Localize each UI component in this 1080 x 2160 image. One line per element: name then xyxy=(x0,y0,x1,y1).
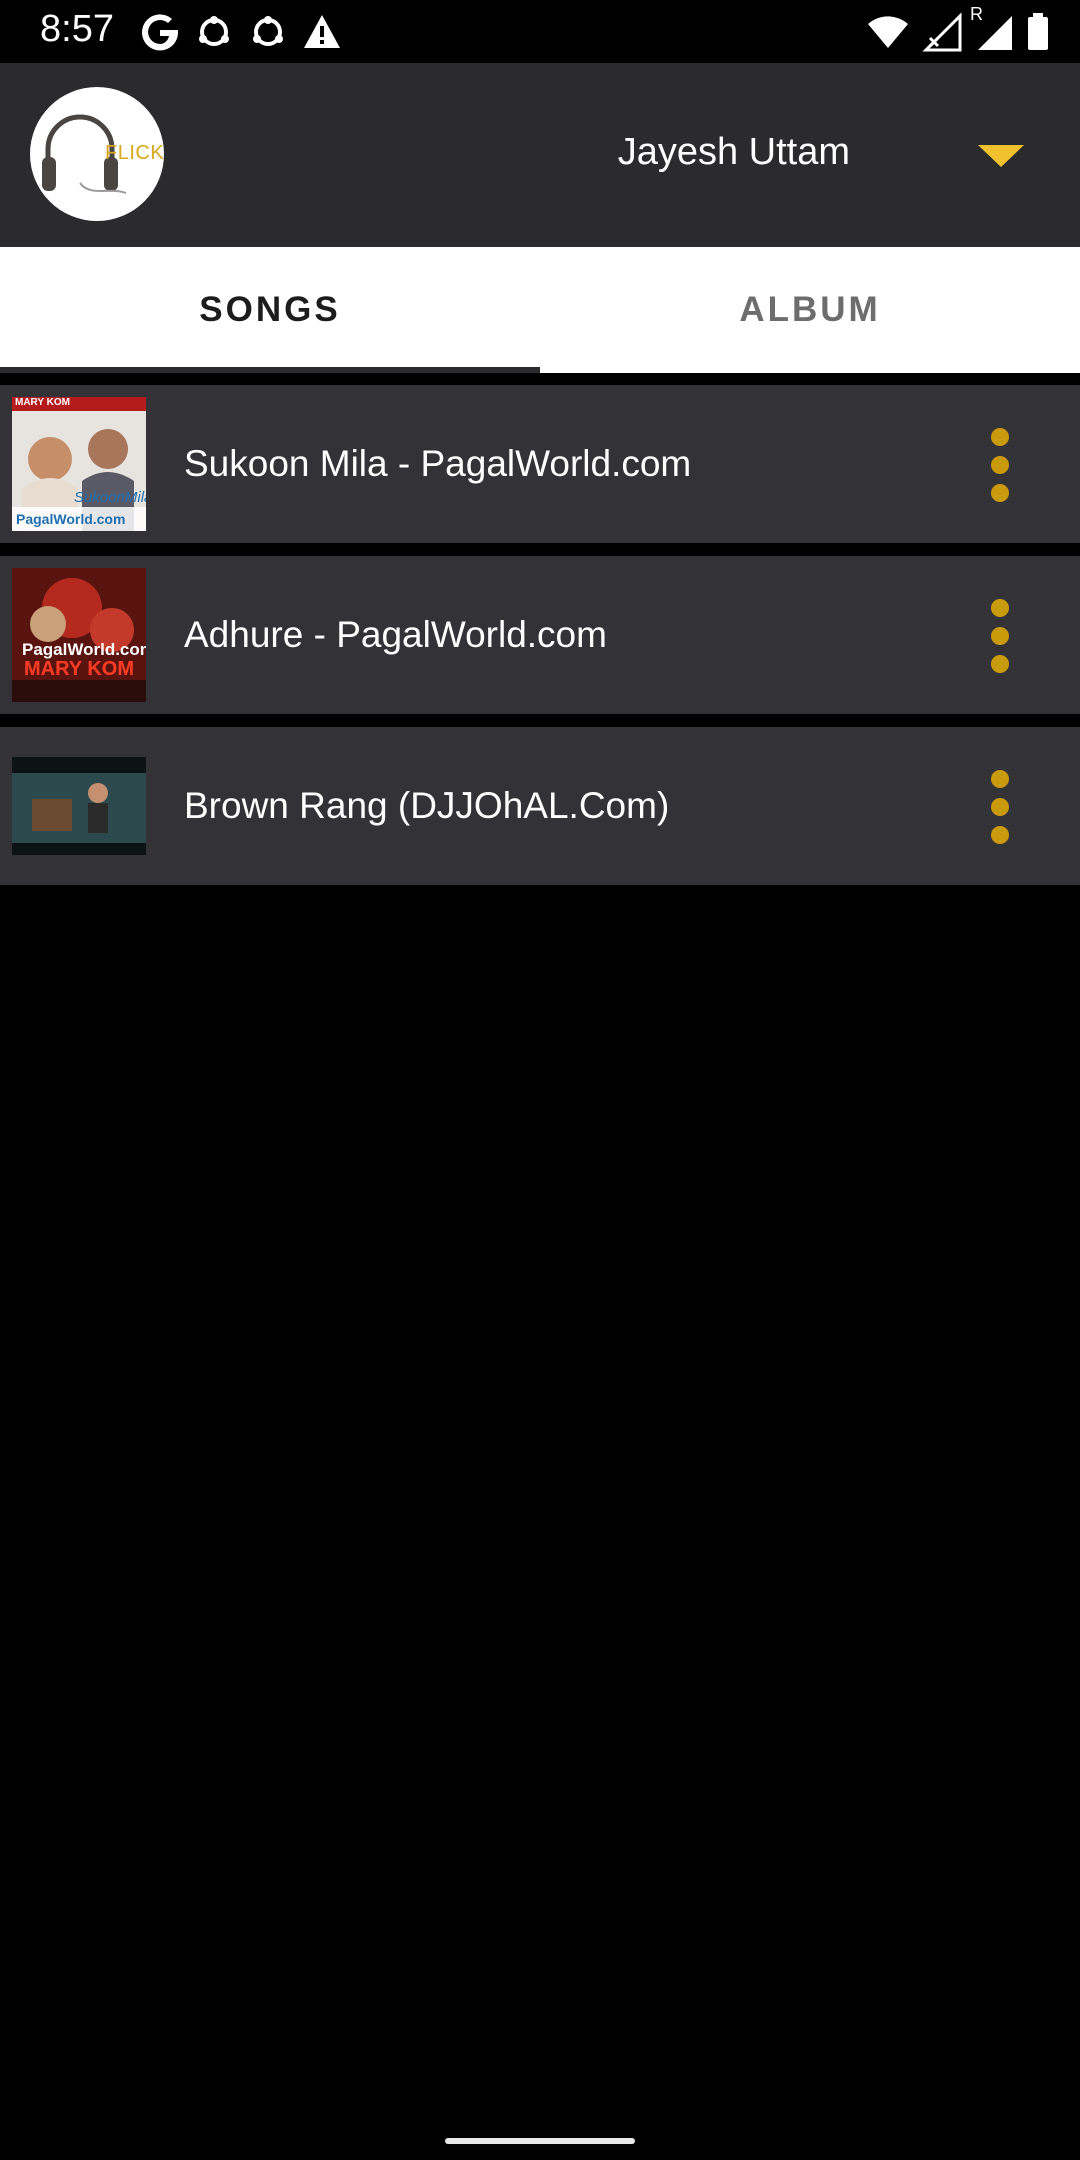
list-item[interactable]: PagalWorld.com MARY KOM Adhure - PagalWo… xyxy=(0,556,1080,714)
list-item[interactable]: Brown Rang (DJJOhAL.Com) xyxy=(0,727,1080,885)
logo-text: FLICKR xyxy=(105,142,164,164)
thumb-caption: MARY KOM xyxy=(24,658,134,680)
sync-icon xyxy=(248,12,288,52)
tab-album[interactable]: ALBUM xyxy=(540,247,1080,373)
gesture-nav-bar[interactable] xyxy=(445,2138,635,2144)
status-right-icons: R xyxy=(866,4,1050,56)
song-thumbnail: MARY KOM SukoonMila PagalWorld.com xyxy=(12,397,146,531)
more-vert-icon[interactable] xyxy=(980,598,1020,674)
list-item[interactable]: MARY KOM SukoonMila PagalWorld.com Sukoo… xyxy=(0,385,1080,543)
status-bar: 8:57 R xyxy=(0,0,1080,63)
signal-icon xyxy=(922,12,962,52)
song-title: Adhure - PagalWorld.com xyxy=(184,614,607,655)
thumb-header: MARY KOM xyxy=(15,397,70,408)
song-title: Brown Rang (DJJOhAL.Com) xyxy=(184,785,670,826)
more-vert-icon[interactable] xyxy=(980,427,1020,503)
song-thumbnail: PagalWorld.com MARY KOM xyxy=(12,568,146,702)
wifi-icon xyxy=(866,12,910,52)
status-time: 8:57 xyxy=(40,8,114,50)
thumb-site: PagalWorld.com xyxy=(16,511,126,527)
status-left-icons xyxy=(140,10,342,54)
tab-songs[interactable]: SONGS xyxy=(0,247,540,373)
more-vert-icon[interactable] xyxy=(980,769,1020,845)
chevron-down-icon[interactable] xyxy=(978,145,1024,174)
google-icon xyxy=(140,12,180,52)
tab-indicator xyxy=(0,367,540,373)
roaming-signal-icon: R xyxy=(970,4,1014,52)
thumb-caption: SukoonMila xyxy=(74,489,146,506)
app-logo[interactable]: FLICKR xyxy=(30,87,164,221)
app-header: FLICKR Jayesh Uttam xyxy=(0,63,1080,247)
sync-icon xyxy=(194,12,234,52)
tab-bar: SONGS ALBUM xyxy=(0,247,1080,373)
roaming-label: R xyxy=(970,4,983,24)
battery-icon xyxy=(1026,12,1050,52)
song-thumbnail xyxy=(12,739,146,873)
warning-icon xyxy=(302,12,342,52)
user-name[interactable]: Jayesh Uttam xyxy=(618,131,850,174)
album-art-image xyxy=(12,739,146,873)
song-title: Sukoon Mila - PagalWorld.com xyxy=(184,443,692,484)
album-art-image xyxy=(12,568,146,702)
thumb-site: PagalWorld.com xyxy=(22,640,146,659)
